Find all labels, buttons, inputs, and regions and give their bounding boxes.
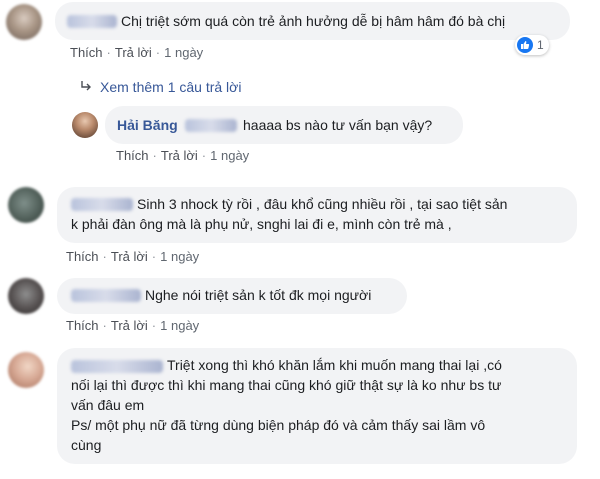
comment-text-line: Ps/ một phụ nữ đã từng dùng biện pháp đó… bbox=[71, 417, 486, 433]
commenter-avatar[interactable] bbox=[8, 352, 44, 388]
blurred-commenter-name[interactable] bbox=[71, 198, 133, 211]
timestamp[interactable]: 1 ngày bbox=[164, 45, 203, 60]
comment-text-line: Sinh 3 nhock tỳ rồi , đâu khổ cũng nhiều… bbox=[137, 196, 508, 212]
commenter-avatar[interactable] bbox=[8, 278, 44, 314]
timestamp[interactable]: 1 ngày bbox=[210, 148, 249, 163]
like-link[interactable]: Thích bbox=[116, 148, 149, 163]
like-link[interactable]: Thích bbox=[70, 45, 103, 60]
reaction-count: 1 bbox=[537, 38, 544, 52]
comment-actions: Thích · Trả lời · 1 ngày bbox=[66, 249, 200, 264]
comment-text-line: Triệt xong thì khó khăn lắm khi muốn man… bbox=[167, 357, 502, 373]
blurred-author-surname bbox=[185, 119, 237, 132]
blurred-commenter-name[interactable] bbox=[67, 15, 117, 28]
view-more-label: Xem thêm 1 câu trả lời bbox=[100, 79, 242, 95]
comment-text-line: k phải đàn ông mà là phụ nử, snghi lai đ… bbox=[71, 216, 452, 232]
comment-bubble: Chị triệt sớm quá còn trẻ ảnh hưởng dễ b… bbox=[55, 2, 570, 40]
reply-text: haaaa bs nào tư vấn bạn vậy? bbox=[243, 117, 433, 133]
reply-bubble: Hải Băng haaaa bs nào tư vấn bạn vậy? bbox=[105, 106, 463, 144]
reaction-count-badge[interactable]: 1 bbox=[515, 35, 549, 55]
like-link[interactable]: Thích bbox=[66, 318, 99, 333]
timestamp[interactable]: 1 ngày bbox=[160, 318, 199, 333]
commenter-avatar[interactable] bbox=[6, 4, 42, 40]
commenter-avatar[interactable] bbox=[8, 187, 44, 223]
reply-link[interactable]: Trả lời bbox=[115, 45, 152, 60]
comment-actions: Thích · Trả lời · 1 ngày bbox=[66, 318, 200, 333]
comment-text: Nghe nói triệt sản k tốt đk mọi người bbox=[145, 287, 372, 303]
comment-actions: Thích · Trả lời · 1 ngày bbox=[70, 45, 204, 60]
blurred-commenter-name[interactable] bbox=[71, 360, 163, 373]
like-link[interactable]: Thích bbox=[66, 249, 99, 264]
comment-text-line: nối lại thì được thì khi mang thai cũng … bbox=[71, 377, 502, 393]
comment-text-line: vấn đâu em bbox=[71, 397, 145, 413]
reply-author-avatar[interactable] bbox=[72, 112, 98, 138]
comment-bubble: Nghe nói triệt sản k tốt đk mọi người bbox=[57, 278, 407, 314]
comment-bubble: Triệt xong thì khó khăn lắm khi muốn man… bbox=[57, 348, 577, 464]
reply-link[interactable]: Trả lời bbox=[111, 318, 148, 333]
reply-link[interactable]: Trả lời bbox=[111, 249, 148, 264]
timestamp[interactable]: 1 ngày bbox=[160, 249, 199, 264]
reply-arrow-icon bbox=[80, 80, 94, 95]
blurred-commenter-name[interactable] bbox=[71, 289, 141, 302]
comment-text-line: cùng bbox=[71, 437, 102, 453]
reply-author-name[interactable]: Hải Băng bbox=[117, 116, 178, 135]
reply-link[interactable]: Trả lời bbox=[161, 148, 198, 163]
thumbs-up-icon bbox=[517, 37, 533, 53]
view-more-replies-link[interactable]: Xem thêm 1 câu trả lời bbox=[80, 79, 241, 95]
comment-text: Chị triệt sớm quá còn trẻ ảnh hưởng dễ b… bbox=[121, 13, 506, 29]
comment-bubble: Sinh 3 nhock tỳ rồi , đâu khổ cũng nhiều… bbox=[57, 187, 577, 243]
reply-actions: Thích · Trả lời · 1 ngày bbox=[116, 148, 250, 163]
